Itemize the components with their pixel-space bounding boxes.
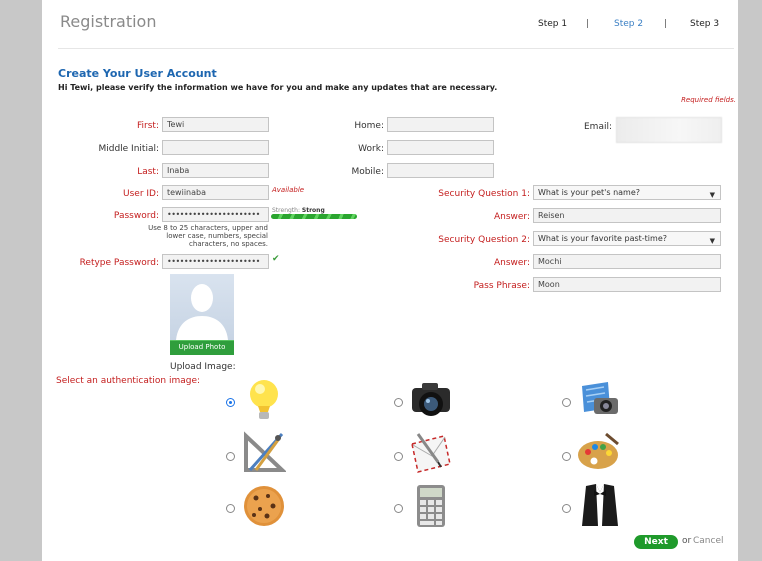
- lightbulb-icon[interactable]: [246, 378, 282, 422]
- security-question-2-label: Security Question 2:: [438, 235, 530, 245]
- auth-radio-tuxedo[interactable]: [562, 504, 571, 513]
- camera-icon[interactable]: [410, 380, 452, 420]
- upload-photo-button[interactable]: Upload Photo: [170, 340, 234, 355]
- last-label: Last:: [137, 167, 159, 177]
- answer-2-input[interactable]: [533, 254, 721, 269]
- retype-password-input[interactable]: [162, 254, 269, 269]
- chevron-down-icon: ▼: [709, 237, 715, 245]
- section-title: Create Your User Account: [58, 67, 217, 80]
- mobile-phone-input[interactable]: [387, 163, 494, 178]
- middle-initial-label: Middle Initial:: [98, 144, 159, 154]
- step-3[interactable]: Step 3: [690, 19, 719, 29]
- drafting-tools-icon[interactable]: [242, 430, 286, 474]
- password-hint: Use 8 to 25 characters, upper and lower …: [122, 224, 268, 248]
- security-question-1-value: What is your pet's name?: [538, 188, 641, 197]
- first-name-input[interactable]: [162, 117, 269, 132]
- answer-1-label: Answer:: [493, 212, 530, 222]
- work-phone-input[interactable]: [387, 140, 494, 155]
- step-separator: |: [586, 19, 590, 29]
- work-label: Work:: [358, 144, 384, 154]
- header-divider: [58, 48, 734, 49]
- auth-radio-camera[interactable]: [394, 398, 403, 407]
- required-note: Required fields.: [681, 96, 736, 104]
- userid-status: Available: [272, 186, 305, 194]
- home-phone-input[interactable]: [387, 117, 494, 132]
- retype-password-label: Retype Password:: [79, 258, 159, 268]
- security-question-1-label: Security Question 1:: [438, 189, 530, 199]
- first-label: First:: [137, 121, 159, 131]
- auth-radio-paint-palette[interactable]: [562, 452, 571, 461]
- home-label: Home:: [354, 121, 384, 131]
- pass-phrase-input[interactable]: [533, 277, 721, 292]
- last-name-input[interactable]: [162, 163, 269, 178]
- userid-label: User ID:: [123, 189, 159, 199]
- chevron-down-icon: ▼: [709, 191, 715, 199]
- security-question-2-select[interactable]: What is your favorite past-time? ▼: [533, 231, 721, 246]
- strength-indicator: Strength: Strong: [272, 207, 325, 214]
- mobile-label: Mobile:: [351, 167, 384, 177]
- strength-bar: [271, 214, 357, 219]
- auth-radio-drafting-tools[interactable]: [226, 452, 235, 461]
- password-hint-line: Use 8 to 25 characters, upper and: [148, 224, 268, 232]
- step-1[interactable]: Step 1: [538, 19, 567, 29]
- profile-photo-placeholder: [170, 274, 234, 340]
- middle-initial-input[interactable]: [162, 140, 269, 155]
- password-input[interactable]: [162, 207, 269, 222]
- answer-2-label: Answer:: [493, 258, 530, 268]
- camera-map-icon[interactable]: [578, 380, 622, 420]
- strength-label: Strength:: [272, 207, 300, 214]
- check-icon: ✔: [272, 254, 280, 264]
- userid-input[interactable]: [162, 185, 269, 200]
- page-title: Registration: [60, 12, 157, 31]
- pass-phrase-label: Pass Phrase:: [473, 281, 530, 291]
- auth-image-title: Select an authentication image:: [56, 376, 201, 386]
- password-hint-line: lower case, numbers, special: [166, 232, 268, 240]
- next-button[interactable]: Next: [634, 535, 678, 549]
- strength-value: Strong: [301, 207, 325, 214]
- envelope-pen-icon[interactable]: [408, 430, 454, 474]
- person-silhouette-icon: [176, 284, 228, 340]
- answer-1-input[interactable]: [533, 208, 721, 223]
- security-question-1-select[interactable]: What is your pet's name? ▼: [533, 185, 721, 200]
- password-hint-line: characters, no spaces.: [189, 240, 268, 248]
- auth-radio-envelope-pen[interactable]: [394, 452, 403, 461]
- cookie-icon[interactable]: [242, 484, 286, 528]
- auth-radio-lightbulb[interactable]: [226, 398, 235, 407]
- auth-radio-calculator[interactable]: [394, 504, 403, 513]
- upload-image-label: Upload Image:: [170, 362, 236, 372]
- cancel-link[interactable]: Cancel: [693, 536, 724, 546]
- tuxedo-icon[interactable]: [580, 482, 620, 528]
- calculator-icon[interactable]: [416, 484, 446, 528]
- step-2[interactable]: Step 2: [614, 19, 643, 29]
- password-label: Password:: [113, 211, 159, 221]
- security-question-2-value: What is your favorite past-time?: [538, 234, 667, 243]
- paint-palette-icon[interactable]: [576, 430, 622, 472]
- auth-radio-camera-map[interactable]: [562, 398, 571, 407]
- email-input[interactable]: [616, 117, 722, 143]
- email-label: Email:: [583, 122, 612, 132]
- or-text: or: [682, 536, 692, 546]
- auth-radio-cookie[interactable]: [226, 504, 235, 513]
- intro-text: Hi Tewi, please verify the information w…: [58, 83, 498, 92]
- registration-panel: Registration Step 1 | Step 2 | Step 3 Cr…: [42, 0, 738, 561]
- step-separator: |: [664, 19, 668, 29]
